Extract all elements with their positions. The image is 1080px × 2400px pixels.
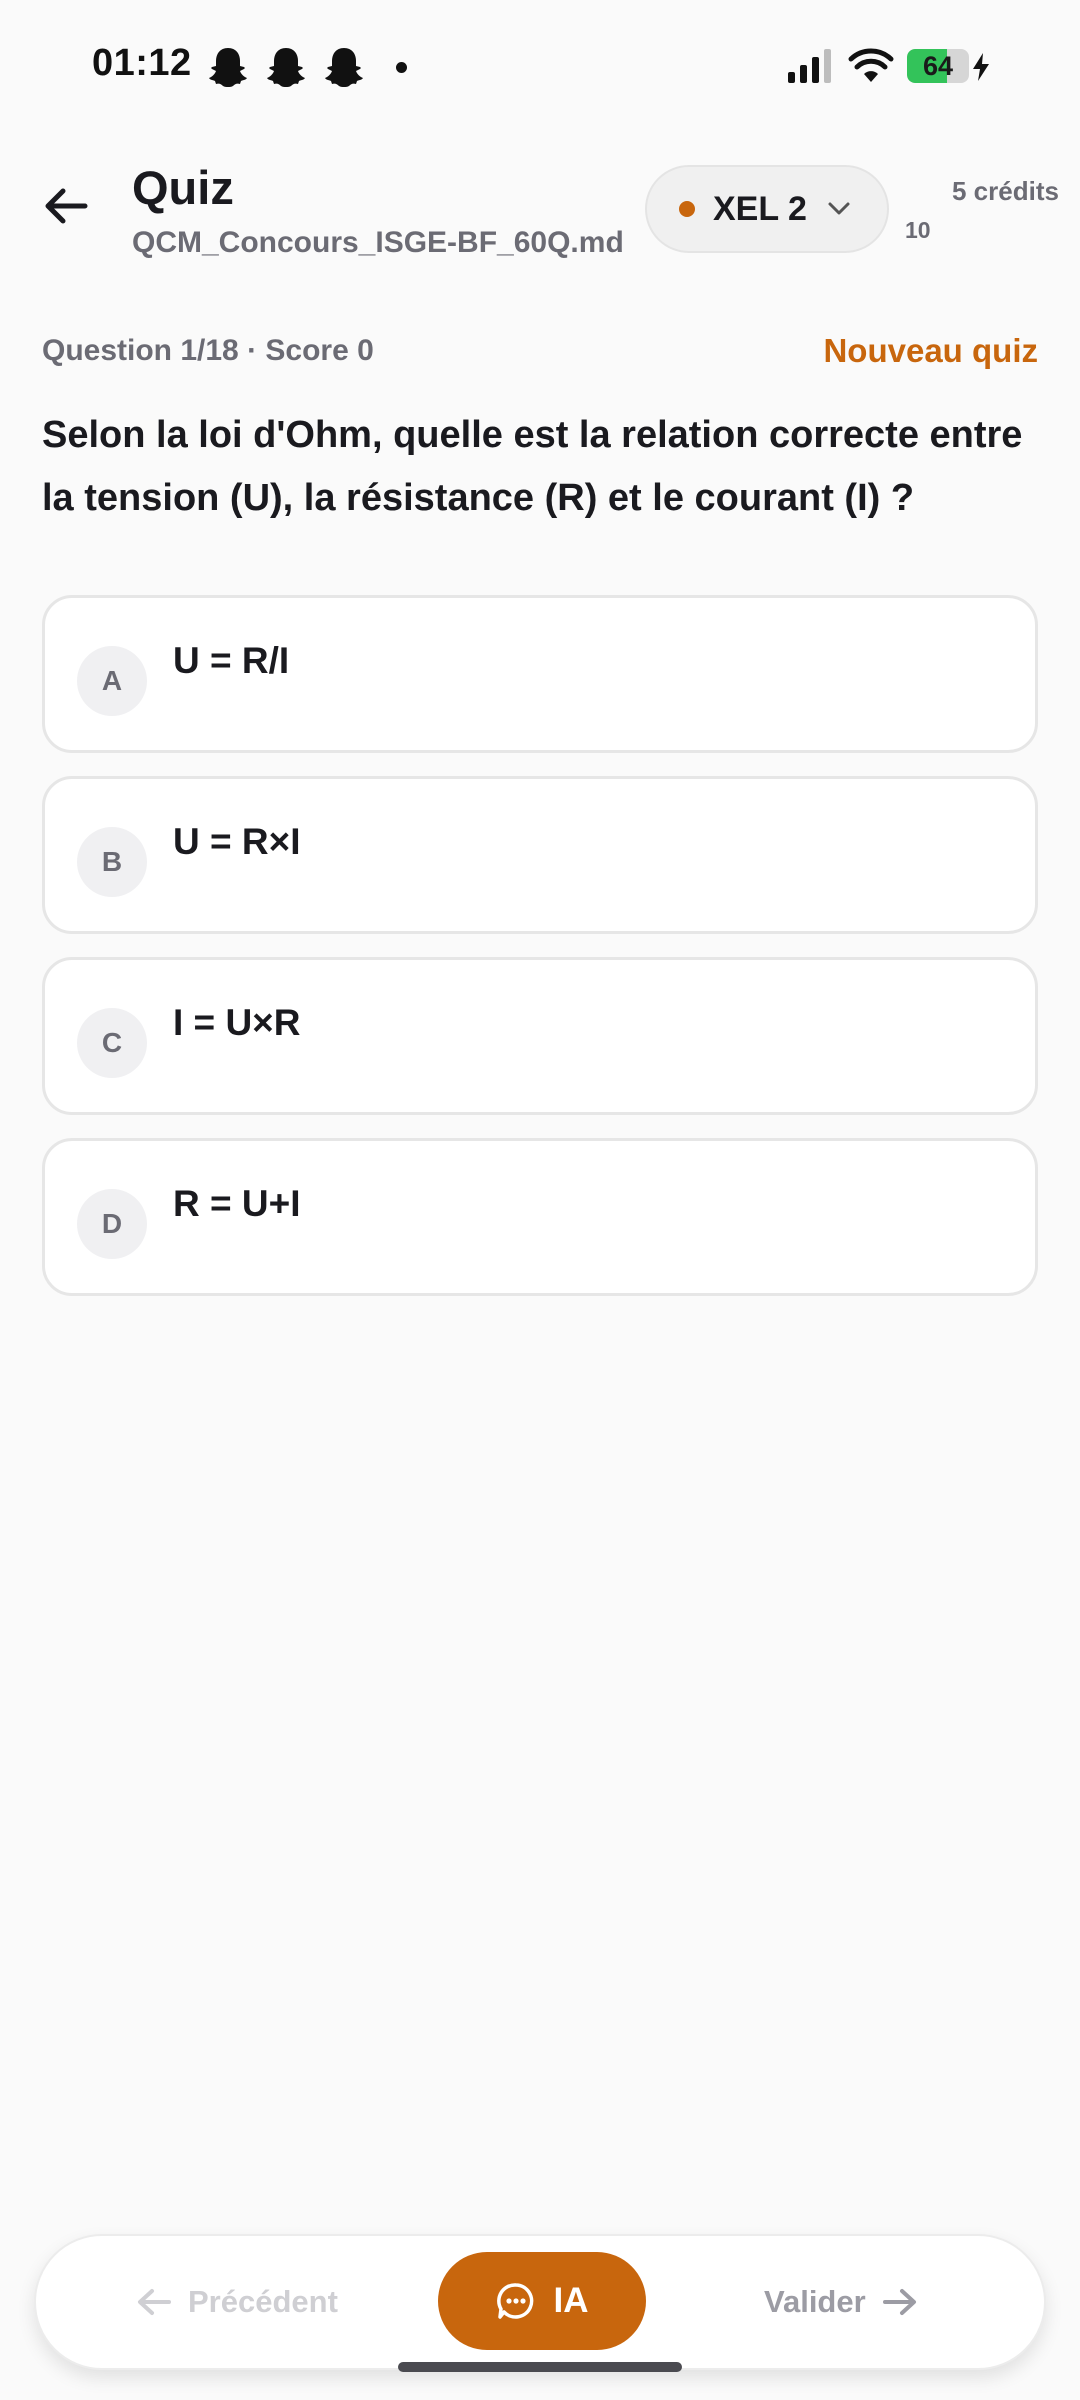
question-progress: Question 1/18 · Score 0 [42,334,374,367]
status-bar: 01:12 64 [0,0,1080,130]
home-indicator[interactable] [398,2362,682,2372]
quiz-screen: 01:12 64 Quiz QCM_Concours_ISGE-BF_60Q.m… [0,0,1080,2400]
option-text: I = U×R [173,1002,301,1043]
credits-label: 5 crédits [952,176,1059,206]
snapchat-ghost-icon [325,48,363,87]
answer-option-d[interactable]: D R = U+I [42,1138,1038,1296]
page-title: Quiz [132,161,234,214]
notification-dot-icon [396,62,407,73]
snapchat-ghost-icon [267,48,305,87]
new-quiz-button[interactable]: Nouveau quiz [823,332,1038,370]
validate-label: Valider [764,2284,866,2319]
charging-bolt-icon [973,53,989,81]
battery-icon: 64 [907,49,969,83]
back-button[interactable] [36,176,96,236]
wifi-icon [848,48,894,82]
option-letter-badge: D [77,1189,147,1259]
ia-label: IA [553,2281,589,2320]
answer-option-c[interactable]: C I = U×R [42,957,1038,1115]
option-letter-badge: C [77,1008,147,1078]
model-selector[interactable]: XEL 2 [645,165,889,253]
chat-bubble-icon [496,2283,533,2319]
validate-button[interactable]: Valider [764,2236,918,2368]
chevron-down-icon [828,202,850,215]
signal-icon [788,49,831,83]
snapchat-ghost-icon [209,48,247,87]
option-text: R = U+I [173,1183,301,1224]
option-letter-badge: A [77,646,147,716]
model-status-dot [679,201,695,217]
option-text: U = R×I [173,821,301,862]
arrow-left-icon [138,2289,171,2315]
option-text: U = R/I [173,640,290,681]
previous-button[interactable]: Précédent [136,2236,338,2368]
battery-percent: 64 [922,50,954,81]
arrow-left-icon [45,188,88,224]
bottom-navigation-bar: Précédent IA Valider [34,2234,1046,2370]
previous-label: Précédent [188,2284,338,2319]
option-letter-badge: B [77,827,147,897]
credits-count: 10 [905,217,931,243]
arrow-right-icon [882,2289,916,2315]
question-text: Selon la loi d'Ohm, quelle est la relati… [42,414,1023,519]
ia-assistant-button[interactable]: IA [438,2252,646,2350]
answer-option-b[interactable]: B U = R×I [42,776,1038,934]
model-label: XEL 2 [713,189,807,228]
file-name: QCM_Concours_ISGE-BF_60Q.md [132,226,624,259]
answer-option-a[interactable]: A U = R/I [42,595,1038,753]
status-time: 01:12 [92,42,192,84]
